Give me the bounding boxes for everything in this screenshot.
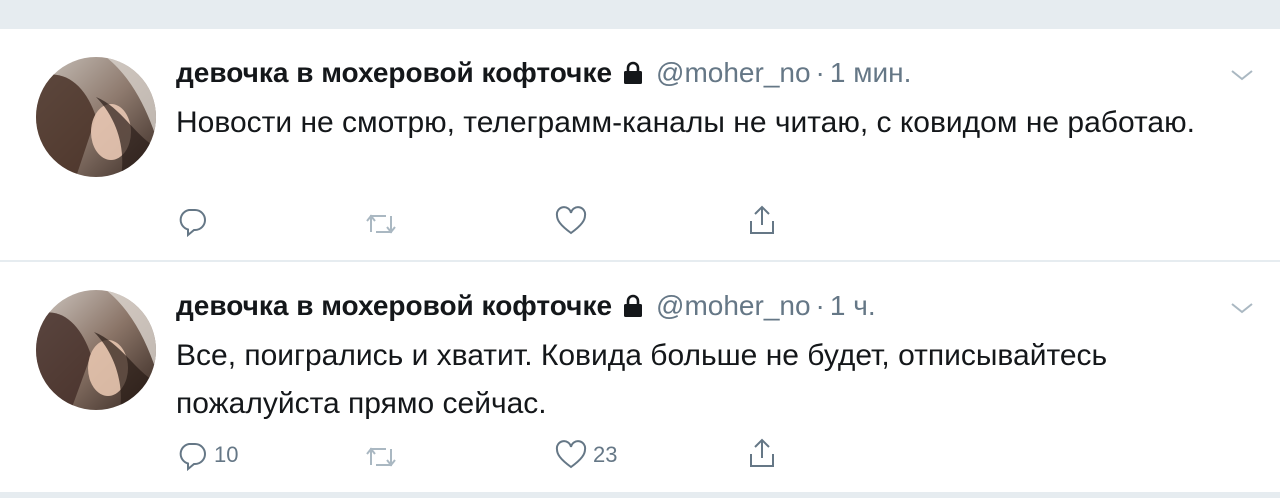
share-button[interactable] [746,436,778,470]
timeline-bottom-gap [0,492,1280,498]
reply-icon [176,205,208,237]
reply-count: 10 [214,442,239,467]
reply-icon [176,439,208,471]
reply-button[interactable] [176,204,214,238]
display-name[interactable]: девочка в мохеровой кофточке [176,290,612,322]
retweet-icon [364,210,398,238]
separator-dot: · [815,290,825,321]
share-icon [746,203,778,237]
like-count: 23 [593,442,618,467]
avatar[interactable] [36,290,156,410]
retweet-button[interactable] [364,440,398,474]
tweet-text: Все, поигрались и хватит. Ковида больше … [176,339,1108,420]
tweet-header: девочка в мохеровой кофточке @moher_no ·… [176,53,911,93]
share-icon [746,436,778,470]
chevron-down-icon[interactable] [1228,65,1256,85]
timestamp[interactable]: 1 ч. [830,290,876,322]
timestamp[interactable]: 1 мин. [830,57,911,89]
like-button[interactable] [555,204,593,238]
retweet-icon [364,443,398,471]
like-icon [555,206,587,236]
tweet-text: Новости не смотрю, телеграмм-каналы не ч… [176,106,1195,139]
retweet-button[interactable] [364,207,398,241]
separator-dot: · [815,57,825,88]
username-handle[interactable]: @moher_no [656,290,811,322]
lock-icon [622,61,644,85]
like-icon [555,440,587,470]
timeline-top-gap [0,0,1280,28]
tweet-header: девочка в мохеровой кофточке @moher_no ·… [176,286,876,326]
reply-button[interactable]: 10 [176,438,238,472]
chevron-down-icon[interactable] [1228,298,1256,318]
tweet[interactable]: девочка в мохеровой кофточке @moher_no ·… [0,262,1280,492]
like-button[interactable]: 23 [555,438,617,472]
avatar[interactable] [36,57,156,177]
tweet[interactable]: девочка в мохеровой кофточке @moher_no ·… [0,29,1280,260]
share-button[interactable] [746,203,778,237]
username-handle[interactable]: @moher_no [656,57,811,89]
lock-icon [622,294,644,318]
display-name[interactable]: девочка в мохеровой кофточке [176,57,612,89]
